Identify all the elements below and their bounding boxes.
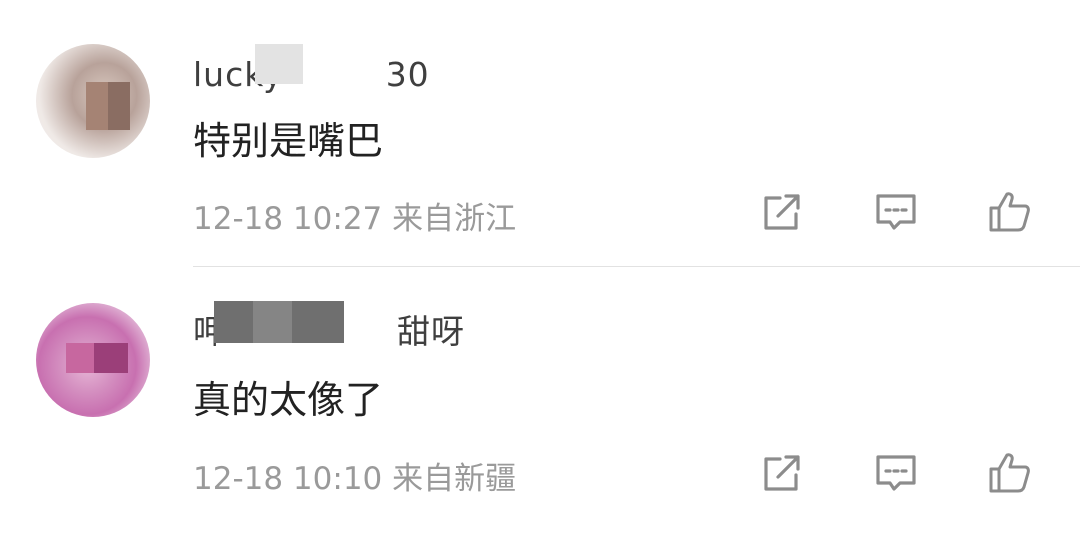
timestamp: 12-18 10:27 (193, 201, 383, 237)
comment-icon (876, 194, 916, 230)
location: 来自浙江 (392, 201, 517, 237)
thumbs-up-icon (989, 192, 1030, 232)
share-icon (764, 455, 800, 491)
comment-item: lucky 30 特别是嘴巴 12-18 10:27 来自浙江 (0, 0, 1080, 267)
username[interactable]: lucky 30 (193, 48, 430, 96)
like-button[interactable] (985, 188, 1033, 236)
avatar[interactable] (36, 44, 150, 158)
reply-button[interactable] (872, 188, 920, 236)
username-mask (214, 301, 344, 343)
comment-icon (876, 455, 916, 491)
share-icon (764, 194, 800, 230)
avatar[interactable] (36, 303, 150, 417)
share-button[interactable] (758, 449, 806, 497)
timestamp: 12-18 10:10 (193, 461, 383, 497)
thumbs-up-icon (989, 453, 1030, 493)
like-button[interactable] (985, 449, 1033, 497)
comment-meta: 12-18 10:27 来自浙江 (193, 193, 516, 238)
username-mask (255, 44, 303, 84)
share-button[interactable] (758, 188, 806, 236)
location: 来自新疆 (392, 461, 517, 497)
avatar-blur (94, 343, 128, 373)
avatar-blur (86, 82, 108, 130)
reply-button[interactable] (872, 449, 920, 497)
comment-text: 特别是嘴巴 (193, 119, 384, 163)
comment-meta: 12-18 10:10 来自新疆 (193, 453, 516, 498)
comment-text: 真的太像了 (193, 378, 384, 422)
comment-item: 呷 甜呀 真的太像了 12-18 10:10 来自新疆 (0, 267, 1080, 559)
